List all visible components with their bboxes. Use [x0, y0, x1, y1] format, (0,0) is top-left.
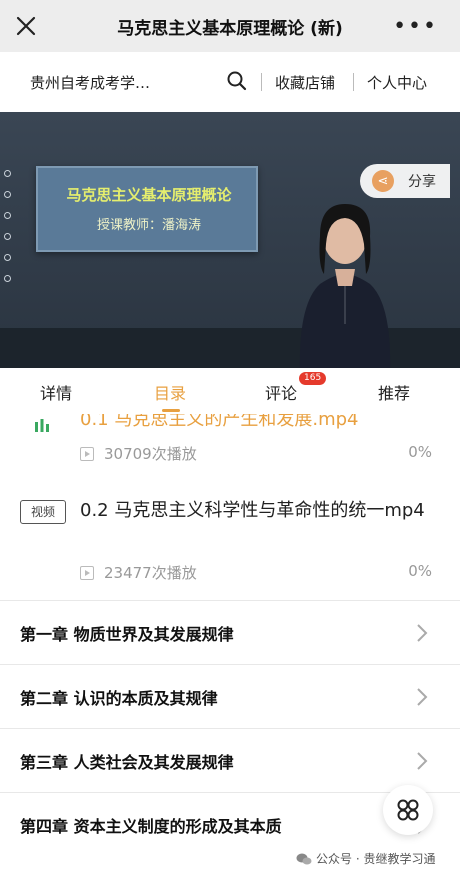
share-icon: ⋖: [372, 170, 394, 192]
chapter-item[interactable]: 第二章 认识的本质及其规律: [0, 664, 460, 728]
share-label: 分享: [408, 174, 436, 190]
lesson-plays: 23477次播放: [80, 562, 197, 583]
side-dot: [4, 170, 11, 177]
board-subtitle: 授课教师：潘海涛: [96, 218, 201, 233]
floating-menu-button[interactable]: [383, 785, 433, 835]
chevron-right-icon: [417, 752, 428, 770]
side-dot: [4, 191, 11, 198]
share-button[interactable]: ⋖ 分享: [360, 164, 450, 198]
four-circles-icon: [397, 799, 419, 821]
side-dot: [4, 233, 11, 240]
watermark: 公众号 · 贵继教学习通: [296, 850, 435, 867]
lesson-title: 0.2 马克思主义科学性与革命性的统一mp4: [80, 500, 425, 521]
play-count-icon: [80, 446, 94, 461]
play-count-icon: [80, 565, 94, 580]
side-dot: [4, 275, 11, 282]
play-count-text: 30709次播放: [104, 445, 197, 463]
tab-details[interactable]: 详情: [40, 380, 72, 404]
tab-bar: 详情 目录 评论 165 推荐: [0, 368, 460, 414]
lesson-progress: 0%: [408, 562, 432, 580]
shop-name-link[interactable]: 贵州自考成考学…: [30, 72, 150, 93]
watermark-text: 公众号 · 贵继教学习通: [316, 852, 436, 866]
divider: [353, 73, 354, 91]
chevron-right-icon: [417, 624, 428, 642]
video-side-controls: [4, 170, 14, 296]
tab-catalog[interactable]: 目录: [154, 380, 186, 404]
divider: [261, 73, 262, 91]
lesson-plays: 30709次播放: [80, 443, 197, 464]
title-bar: 马克思主义基本原理概论 (新) •••: [0, 0, 460, 52]
tab-comments[interactable]: 评论 165: [265, 372, 327, 404]
chevron-right-icon: [417, 688, 428, 706]
lesson-progress: 0%: [408, 443, 432, 461]
search-icon[interactable]: [226, 70, 248, 92]
chapter-item[interactable]: 第一章 物质世界及其发展规律: [0, 600, 460, 664]
lesson-title: 0.1 马克思主义的产生和发展.mp4: [80, 414, 359, 430]
playing-equalizer-icon: [35, 419, 49, 432]
close-icon[interactable]: [12, 12, 40, 40]
side-dot: [4, 212, 11, 219]
side-dot: [4, 254, 11, 261]
tab-recommend[interactable]: 推荐: [378, 380, 410, 404]
favorite-shop-button[interactable]: 收藏店铺: [275, 72, 335, 93]
comment-count-badge: 165: [299, 372, 327, 385]
chapter-label: 第四章 资本主义制度的形成及其本质: [20, 817, 282, 836]
board-title: 马克思主义基本原理概论: [66, 186, 232, 204]
tab-comments-label: 评论: [265, 384, 298, 403]
lesson-item[interactable]: 视频 0.2 马克思主义科学性与革命性的统一mp4 23477次播放 0%: [0, 496, 460, 600]
chapter-label: 第三章 人类社会及其发展规律: [20, 753, 234, 772]
chapter-label: 第二章 认识的本质及其规律: [20, 689, 218, 708]
wechat-icon: [296, 853, 312, 864]
chapter-item[interactable]: 第三章 人类社会及其发展规律: [0, 728, 460, 792]
active-tab-indicator: [162, 409, 180, 412]
page-title: 马克思主义基本原理概论 (新): [117, 18, 343, 39]
shop-bar: 贵州自考成考学… 收藏店铺 个人中心: [0, 52, 460, 112]
personal-center-button[interactable]: 个人中心: [367, 72, 427, 93]
play-count-text: 23477次播放: [104, 564, 197, 582]
teacher-figure: [299, 204, 391, 368]
video-player[interactable]: 马克思主义基本原理概论 授课教师：潘海涛 ⋖ 分享: [0, 112, 460, 368]
video-tag: 视频: [20, 500, 66, 524]
lecture-board: 马克思主义基本原理概论 授课教师：潘海涛: [36, 166, 258, 252]
lesson-item[interactable]: 0.1 马克思主义的产生和发展.mp4 30709次播放 0%: [0, 414, 460, 478]
chapter-label: 第一章 物质世界及其发展规律: [20, 625, 234, 644]
more-menu-icon[interactable]: •••: [393, 14, 438, 39]
